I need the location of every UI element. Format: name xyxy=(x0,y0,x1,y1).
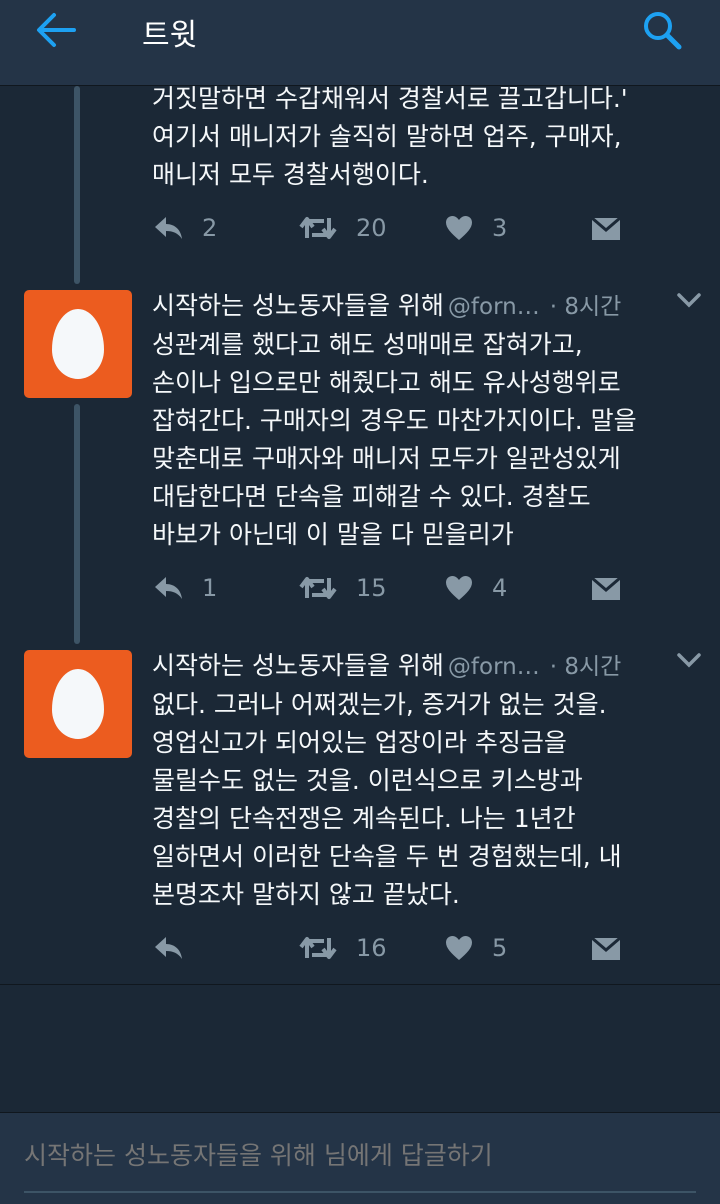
chevron-down-icon[interactable] xyxy=(676,650,702,670)
envelope-icon xyxy=(591,936,621,960)
thread-line xyxy=(74,404,80,644)
tweet-line: 맞춘대로 구매자와 매니저 모두가 일관성있게 xyxy=(152,444,621,473)
reply-button[interactable] xyxy=(152,928,202,968)
tweet-line: 매니저 모두 경찰서행이다. xyxy=(152,160,429,189)
reply-input[interactable] xyxy=(24,1141,696,1170)
like-button[interactable]: 5 xyxy=(444,928,507,968)
timestamp: · 8시간 xyxy=(549,294,622,320)
heart-icon xyxy=(446,216,472,240)
retweet-icon xyxy=(299,937,337,959)
retweet-count: 16 xyxy=(356,934,387,962)
envelope-icon xyxy=(591,576,621,600)
retweet-icon xyxy=(299,217,337,239)
tweet-text: 성관계를 했다고 해도 성매매로 잡혀가고, 손이나 입으로만 해줬다고 해도 … xyxy=(152,326,692,554)
retweet-icon xyxy=(299,577,337,599)
chevron-down-icon[interactable] xyxy=(676,290,702,310)
avatar[interactable] xyxy=(24,290,132,398)
retweet-button[interactable]: 15 xyxy=(298,568,387,608)
like-button[interactable]: 3 xyxy=(444,208,507,248)
page-title: 트윗 xyxy=(142,18,198,53)
like-count: 4 xyxy=(492,574,508,602)
dm-button[interactable] xyxy=(590,208,622,248)
tweet-line: 물릴수도 없는 것을. 이런식으로 키스방과 xyxy=(152,766,583,795)
tweet-line: 없다. 그러나 어쩌겠는가, 증거가 없는 것을. xyxy=(152,690,607,719)
search-icon[interactable] xyxy=(640,8,684,52)
retweet-button[interactable]: 16 xyxy=(298,928,387,968)
dm-button[interactable] xyxy=(590,928,622,968)
tweet-line: 여기서 매니저가 솔직히 말하면 업주, 구매자, xyxy=(152,122,622,151)
reply-icon xyxy=(155,217,182,239)
tweet-actions: 2 20 3 xyxy=(152,208,632,248)
reply-input-underline xyxy=(24,1191,696,1193)
tweet-text: 없다. 그러나 어쩌겠는가, 증거가 없는 것을. 영업신고가 되어있는 업장이… xyxy=(152,686,692,914)
reply-button[interactable]: 1 xyxy=(152,568,217,608)
envelope-icon xyxy=(591,216,621,240)
tweet-line: 손이나 입으로만 해줬다고 해도 유사성행위로 xyxy=(152,368,621,397)
heart-icon xyxy=(446,936,472,960)
user-handle[interactable]: @forn… xyxy=(448,654,540,680)
like-button[interactable]: 4 xyxy=(444,568,507,608)
dm-button[interactable] xyxy=(590,568,622,608)
reply-count: 2 xyxy=(202,214,218,242)
heart-icon xyxy=(446,576,472,600)
tweet-header: 시작하는 성노동자들을 위해 @forn… · 8시간 xyxy=(152,286,702,320)
timestamp: · 8시간 xyxy=(549,654,622,680)
tweet-line: 바보가 아닌데 이 말을 다 믿을리가 xyxy=(152,520,514,549)
reply-bar xyxy=(0,1112,720,1204)
display-name[interactable]: 시작하는 성노동자들을 위해 xyxy=(152,651,444,680)
tweet-line: 경찰의 단속전쟁은 계속된다. 나는 1년간 xyxy=(152,804,576,833)
tweet-actions: 16 5 xyxy=(152,928,632,968)
reply-icon xyxy=(155,937,182,959)
arrow-left-icon[interactable] xyxy=(34,10,78,50)
tweet-line: 잡혀간다. 구매자의 경우도 마찬가지이다. 말을 xyxy=(152,406,637,435)
reply-icon xyxy=(155,577,182,599)
tweet-actions: 1 15 4 xyxy=(152,568,632,608)
thread-line xyxy=(74,86,80,284)
tweet-line: 영업신고가 되어있는 업장이라 추징금을 xyxy=(152,728,567,757)
retweet-button[interactable]: 20 xyxy=(298,208,387,248)
tweet-text: 거짓말하면 수갑채워서 경찰서로 끌고갑니다.' 여기서 매니저가 솔직히 말하… xyxy=(152,80,692,194)
egg-avatar-icon xyxy=(52,309,104,379)
egg-avatar-icon xyxy=(52,669,104,739)
tweet-line: 본명조차 말하지 않고 끝났다. xyxy=(152,880,460,909)
reply-button[interactable]: 2 xyxy=(152,208,217,248)
display-name[interactable]: 시작하는 성노동자들을 위해 xyxy=(152,291,444,320)
like-count: 3 xyxy=(492,214,508,242)
avatar[interactable] xyxy=(24,650,132,758)
user-handle[interactable]: @forn… xyxy=(448,294,540,320)
reply-count: 1 xyxy=(202,574,218,602)
divider xyxy=(0,984,720,985)
retweet-count: 15 xyxy=(356,574,387,602)
tweet-line: 대답한다면 단속을 피해갈 수 있다. 경찰도 xyxy=(152,482,591,511)
tweet-line: 일하면서 이러한 단속을 두 번 경험했는데, 내 xyxy=(152,842,622,871)
retweet-count: 20 xyxy=(356,214,387,242)
tweet-line: 성관계를 했다고 해도 성매매로 잡혀가고, xyxy=(152,330,583,359)
tweet-header: 시작하는 성노동자들을 위해 @forn… · 8시간 xyxy=(152,646,702,680)
tweet-line: 거짓말하면 수갑채워서 경찰서로 끌고갑니다.' xyxy=(152,84,628,113)
top-bar: 트윗 xyxy=(0,0,720,86)
like-count: 5 xyxy=(492,934,508,962)
